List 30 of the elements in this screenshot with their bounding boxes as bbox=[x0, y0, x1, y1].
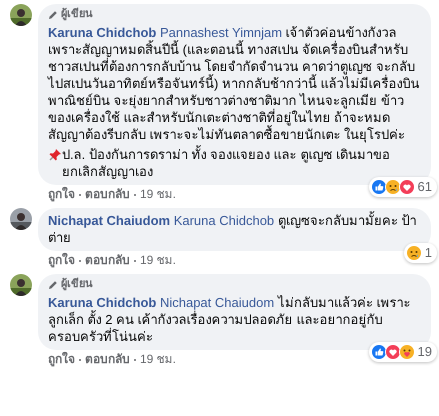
reaction-summary[interactable]: 19 bbox=[368, 342, 437, 362]
author-link[interactable]: Karuna Chidchob bbox=[48, 295, 156, 310]
pushpin-icon bbox=[48, 148, 62, 162]
reply-link[interactable]: ตอบกลับ bbox=[85, 352, 130, 367]
like-link[interactable]: ถูกใจ bbox=[48, 253, 75, 268]
timestamp[interactable]: 19 ชม. bbox=[140, 352, 176, 367]
avatar[interactable] bbox=[10, 4, 32, 26]
author-label: ผู้เขียน bbox=[61, 278, 93, 291]
avatar[interactable] bbox=[10, 208, 32, 230]
reply-link[interactable]: ตอบกลับ bbox=[85, 253, 130, 268]
comment-text: ป.ล. ป้องกันการดราม่า ทั้ง จองแจยอง และ ตูเญซ เดินมาขอยกเลิกสัญญาเอง bbox=[62, 146, 391, 180]
reaction-summary[interactable]: 61 bbox=[368, 177, 437, 197]
author-label: ผู้เขียน bbox=[61, 8, 93, 21]
comment-text: Karuna Chidchob Pannashest Yimnjam เจ้าตัวค่อนข้างกังวล เพราะสัญญาหมดสิ้นปีนี้ (และตอนนี้ ทางสเปน จัดเครื่องบินสำหรับชาวสเปนที่ต้องการกลับบ้าน โดยจำกัดจำนวน คาดว่าตูเญซ จะกลับไปสเปนวันอาทิตย์หรือจันทร์นี้) หากกลับช้ากว่านี้ แล้วไม่มีเครื่องบินพาณิชย์บิน จะยุ่งยากสำหรับชาวต่างชาติมาก ไหนจะลูกเมีย ข้าวของเครื่องใช้ และสำหรับนักเตะต่างชาติที่อยู่ในไทย ถ้าจะหมดสัญญาต้องรีบกลับ เพราะจะไม่ทันตลาดซื้อขายนักเตะ ในยุโรปค่ะ bbox=[48, 24, 421, 143]
comment-text: Karuna Chidchob Nichapat Chaiudom ไม่กลับมาแล้วค่ะ เพราะลูกเล็ก ตั้ง 2 คน เค้ากังวลเรื่องความปลอดภัย และอยากอยู่กับครอบครัวที่โน่นค่ะ bbox=[48, 294, 412, 345]
mention-link[interactable]: Karuna Chidchob bbox=[174, 213, 274, 228]
author-link[interactable]: Nichapat Chaiudom bbox=[48, 213, 170, 228]
avatar[interactable] bbox=[10, 274, 32, 296]
comment-text: Nichapat Chaiudom Karuna Chidchob ตูเญซจะกลับมามั้ยคะ ป้าต่าย bbox=[48, 212, 418, 246]
pencil-icon bbox=[48, 10, 58, 20]
reaction-summary[interactable]: 1 bbox=[404, 243, 437, 263]
mention-link[interactable]: Pannashest Yimnjam bbox=[160, 25, 282, 40]
reply-link[interactable]: ตอบกลับ bbox=[85, 187, 130, 202]
mention-link[interactable]: Nichapat Chaiudom bbox=[160, 295, 274, 310]
like-link[interactable]: ถูกใจ bbox=[48, 187, 75, 202]
timestamp[interactable]: 19 ชม. bbox=[140, 187, 176, 202]
pencil-icon bbox=[48, 280, 58, 290]
author-link[interactable]: Karuna Chidchob bbox=[48, 25, 156, 40]
timestamp[interactable]: 19 ชม. bbox=[140, 253, 176, 268]
like-link[interactable]: ถูกใจ bbox=[48, 352, 75, 367]
